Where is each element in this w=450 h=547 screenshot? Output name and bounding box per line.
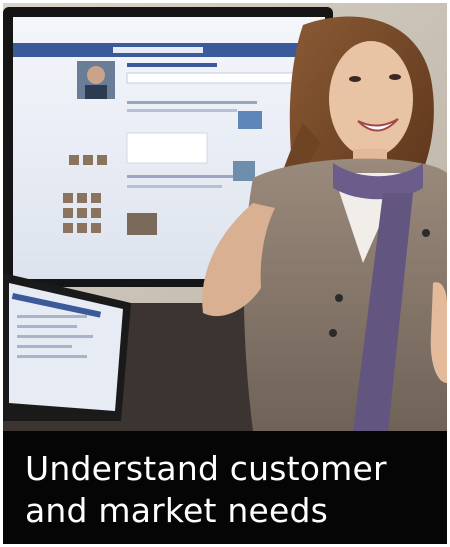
caption-band: Understand customer and market needs: [3, 431, 447, 544]
photo-illustration: [3, 3, 447, 431]
caption-line-1: Understand customer: [25, 449, 387, 488]
hero-photo: [3, 3, 447, 431]
promo-tile[interactable]: Understand customer and market needs: [3, 3, 447, 544]
caption-line-2: and market needs: [25, 491, 329, 530]
